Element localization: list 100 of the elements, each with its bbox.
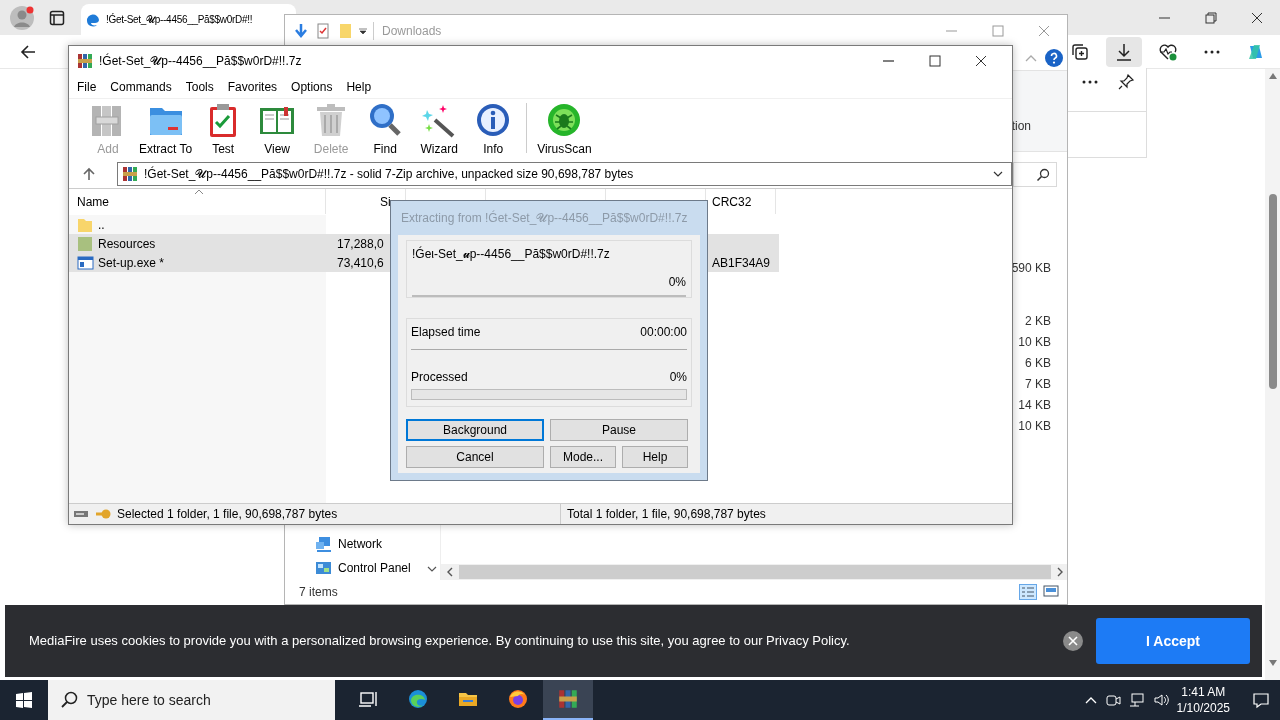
clock-date[interactable]: 1/10/2025 [1176, 700, 1230, 716]
maximize-button[interactable] [927, 53, 943, 69]
bug-scan-icon [546, 102, 583, 138]
toolbar-button[interactable]: Info [466, 99, 521, 158]
network-icon[interactable] [1128, 692, 1145, 708]
archive-name: !Ǵeι-Set_𝓾p--4456__Pă$$w0rD#!!.7z [412, 245, 611, 263]
dropdown-chevron-icon[interactable] [993, 171, 1003, 177]
ribbon-label: tion [1011, 118, 1032, 135]
help-icon[interactable] [1045, 49, 1063, 67]
file-size: 14 KB [1018, 397, 1051, 414]
address-field[interactable]: !Ǵet-Set_𝓤p--4456__Pă$$w0rD#!!.7z - solid 7-Zip archive, unpacked size 90,698,787 bytes [117, 162, 1012, 186]
toolbar-button[interactable]: Wizard [412, 99, 467, 158]
properties-icon[interactable] [315, 22, 331, 39]
file-size: 10 KB [1018, 334, 1051, 351]
elapsed-label: Elapsed time [411, 324, 481, 341]
toolbar-button[interactable]: Extract To [135, 99, 197, 158]
elapsed-value: 00:00:00 [640, 324, 687, 341]
file-size: 17,288,0 [337, 236, 384, 251]
caret-icon[interactable] [359, 27, 367, 34]
file-size: 73,410,6 [337, 255, 384, 270]
horizontal-scrollbar[interactable] [441, 564, 1067, 580]
dialog-button[interactable]: Pause [550, 419, 688, 441]
clock-time[interactable]: 1:41 AM [1181, 684, 1226, 700]
download-arrow-icon[interactable] [293, 22, 309, 39]
health-heart-icon[interactable] [1158, 41, 1178, 62]
network-icon [315, 536, 332, 552]
winrar-icon [558, 689, 578, 709]
close-icon[interactable] [1062, 630, 1084, 652]
taskbar-search-field[interactable]: Type here to search [48, 680, 335, 720]
toolbar-button[interactable]: VirusScan [533, 99, 596, 158]
up-arrow-icon[interactable] [83, 167, 95, 181]
winrar-taskbar-button[interactable] [543, 680, 593, 720]
menu-item[interactable]: Commands [110, 78, 172, 96]
pin-icon[interactable] [1117, 73, 1135, 91]
scrollbar[interactable] [1265, 69, 1280, 680]
window-title: !Ǵet-Set_𝓤p--4456__Pă$$w0rD#!!.7z [99, 52, 302, 70]
dialog-button[interactable]: Mode... [550, 446, 616, 468]
restore-button[interactable] [1203, 9, 1219, 26]
search-field[interactable] [1013, 162, 1057, 187]
profile-avatar-icon[interactable] [9, 4, 35, 31]
large-icons-view-icon[interactable] [1043, 584, 1059, 598]
column-header[interactable]: CRC32 [712, 192, 752, 211]
processed-label: Processed [411, 369, 468, 387]
nav-item[interactable]: Control Panel [285, 556, 440, 580]
cookie-message: MediaFire uses cookies to provide you with a personalized browsing experience. By continuing to use this site, you agree to our Privacy Policy. [29, 632, 850, 651]
scroll-down-chevron-icon[interactable] [427, 566, 437, 572]
menu-item[interactable]: Tools [185, 78, 214, 96]
nav-item[interactable]: Network [285, 532, 440, 556]
dialog-title: Extracting from !Ǵet-Set_𝓤p--4456__Pă$$w0rD#!!.7z [400, 209, 689, 227]
status-text: Total 1 folder, 1 file, 90,698,787 bytes [566, 506, 766, 523]
window-title: Downloads [373, 21, 442, 40]
winrar-icon [122, 166, 138, 182]
file-size: 6 KB [1025, 355, 1051, 372]
menu-item[interactable]: Options [291, 78, 333, 96]
file-size: 10 KB [1018, 418, 1051, 435]
search-icon [60, 691, 78, 709]
meet-now-icon[interactable] [1104, 692, 1121, 708]
executable-file-icon [77, 254, 94, 271]
browser-tab[interactable]: !Ǵet-Set_𝓤p--4456__Pă$$w0rD#!! [81, 4, 296, 35]
close-button[interactable] [973, 53, 989, 69]
show-hidden-icons-chevron-icon[interactable] [1084, 696, 1097, 704]
control-panel-icon [315, 560, 332, 576]
menu-item[interactable]: Favorites [227, 78, 278, 96]
file-size: 2 KB [1025, 313, 1051, 330]
file-size: 7 KB [1025, 376, 1051, 393]
drive-icon [73, 509, 89, 519]
toolbar-button[interactable]: Find [358, 99, 413, 158]
column-header[interactable]: Si [380, 192, 391, 211]
status-text: Selected 1 folder, 1 file, 90,698,787 bytes [117, 506, 338, 523]
notifications-icon[interactable] [1252, 691, 1270, 709]
file-row[interactable]: .. [69, 215, 326, 234]
menu-item[interactable]: File [77, 78, 97, 96]
collections-icon[interactable] [1070, 41, 1090, 62]
info-circle-icon [475, 102, 512, 138]
toolbar-button[interactable]: View [250, 99, 305, 158]
scrollbar-thumb[interactable] [1268, 194, 1277, 389]
sort-ascending-icon [194, 189, 204, 194]
download-icon[interactable] [1114, 41, 1134, 62]
scroll-down-arrow-icon[interactable] [1268, 660, 1277, 666]
percent-label: 0% [668, 274, 686, 291]
column-header[interactable]: Name [77, 192, 109, 211]
edge-browser-icon [408, 689, 428, 709]
item-count: 7 items [299, 584, 338, 601]
dialog-button[interactable]: Background [406, 419, 544, 441]
accept-button[interactable]: I Accept [1096, 618, 1250, 664]
back-arrow-icon[interactable] [19, 42, 37, 61]
dialog-button[interactable]: Help [622, 446, 688, 468]
crc-value: AB1F34A9 [712, 255, 771, 270]
firefox-icon [508, 689, 528, 709]
scroll-up-arrow-icon[interactable] [1268, 73, 1277, 79]
search-icon [1036, 167, 1050, 182]
toolbar-button[interactable]: Test [196, 99, 251, 158]
volume-icon[interactable] [1152, 692, 1169, 708]
folder-icon [77, 235, 94, 252]
tab-actions-icon[interactable] [49, 9, 65, 26]
dialog-button[interactable]: Cancel [406, 446, 544, 468]
menu-item[interactable]: Help [346, 78, 372, 96]
windows-start-icon[interactable] [16, 692, 32, 708]
winrar-icon [77, 53, 93, 69]
tab-title: !Ǵet-Set_𝓤p--4456__Pă$$w0rD#!! [106, 12, 253, 27]
